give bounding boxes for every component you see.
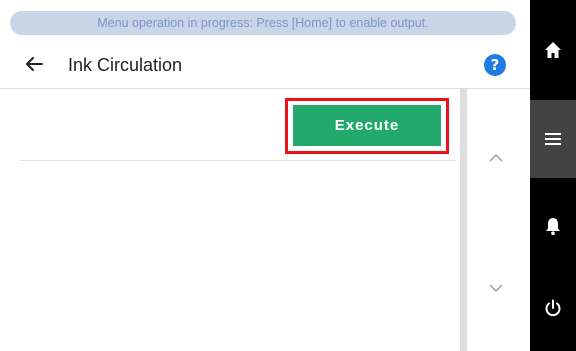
chevron-up-icon	[489, 153, 503, 162]
menu-icon	[545, 133, 561, 145]
sidebar-power-button[interactable]	[530, 272, 576, 351]
bell-icon	[546, 218, 560, 235]
row-divider	[20, 160, 456, 161]
chevron-down-icon	[489, 284, 503, 293]
sidebar-notification-button[interactable]	[530, 178, 576, 272]
home-icon	[545, 42, 561, 58]
sidebar	[530, 0, 576, 351]
header-divider	[0, 88, 530, 89]
sidebar-home-button[interactable]	[530, 0, 576, 100]
page-title: Ink Circulation	[68, 55, 183, 75]
status-banner: Menu operation in progress: Press [Home]…	[10, 11, 516, 35]
scroll-up-button[interactable]	[481, 142, 511, 172]
power-icon	[545, 299, 561, 317]
help-icon[interactable]: ?	[484, 54, 506, 76]
scroll-down-button[interactable]	[481, 272, 511, 302]
sidebar-menu-button[interactable]	[530, 100, 576, 178]
execute-button[interactable]: Execute	[293, 105, 441, 146]
arrow-left-icon[interactable]	[23, 53, 45, 75]
header: Ink Circulation ?	[0, 42, 530, 88]
scrollbar-track[interactable]	[460, 89, 467, 351]
